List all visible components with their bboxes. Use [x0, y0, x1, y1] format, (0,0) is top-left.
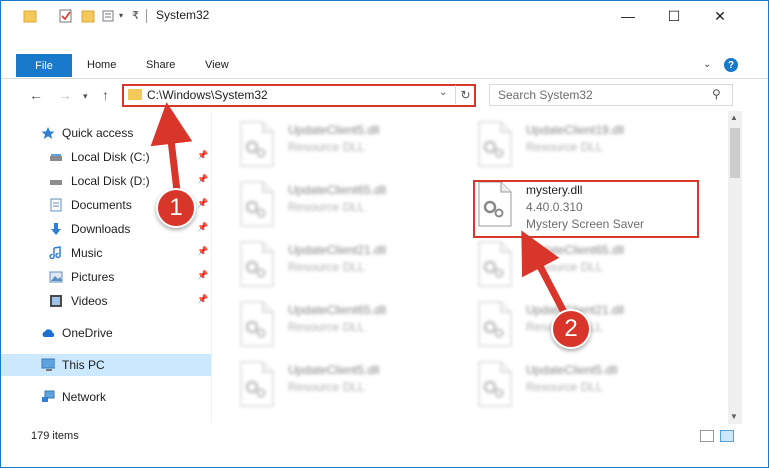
step-badge-2: 2	[551, 309, 591, 349]
annotation-arrows	[150, 102, 570, 318]
arrow-to-mystery-dll	[521, 230, 570, 318]
arrow-to-address-bar	[150, 102, 193, 192]
step-badge-1: 1	[156, 188, 196, 228]
explorer-window: ▾ ₹ System32 — ☐ ✕ File Home Share View …	[0, 0, 769, 468]
